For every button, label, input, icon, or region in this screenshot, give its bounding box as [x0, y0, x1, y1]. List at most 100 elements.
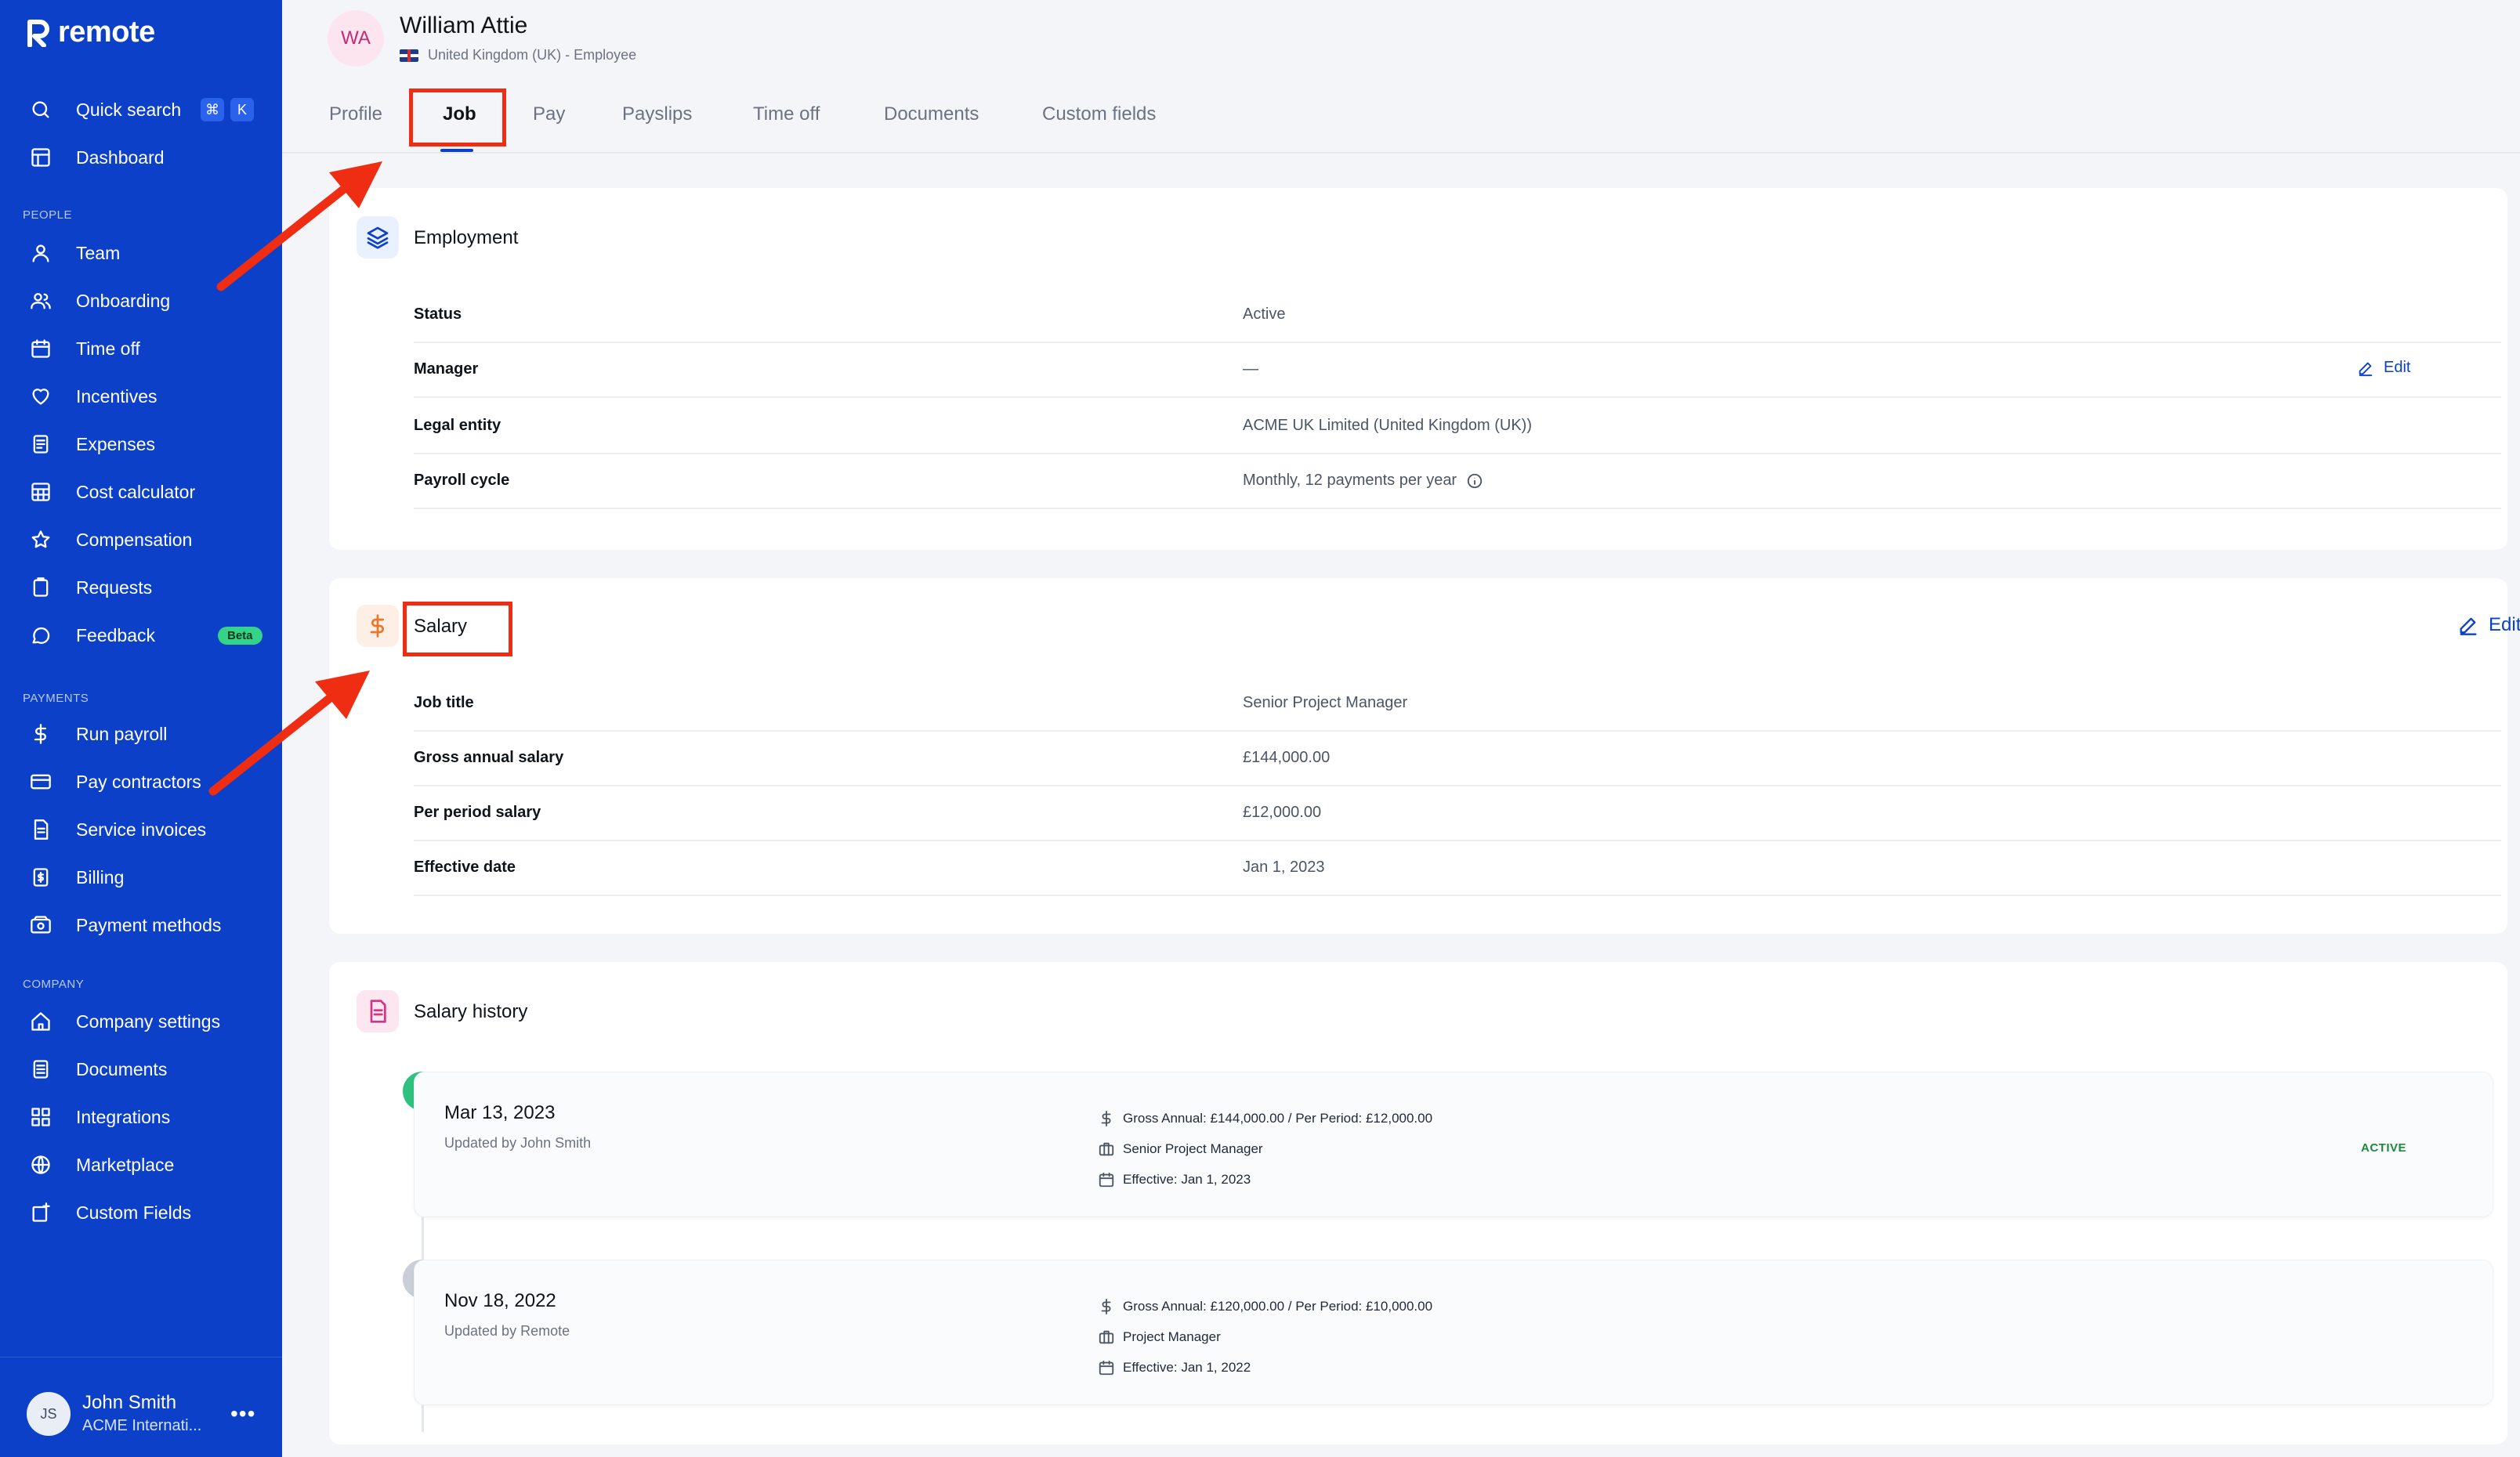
search-icon — [28, 97, 53, 122]
tab-payslips[interactable]: Payslips — [622, 103, 692, 125]
row-value: £12,000.00 — [1243, 804, 1322, 821]
sidebar-item-payment-methods[interactable]: Payment methods — [0, 902, 282, 948]
row-label: Legal entity — [414, 417, 501, 434]
sidebar-item-requests[interactable]: Requests — [0, 565, 282, 610]
annotation-box-job-tab — [409, 89, 506, 146]
edit-manager-button[interactable]: Edit — [2357, 359, 2410, 377]
entry-date: Mar 13, 2023 — [444, 1102, 556, 1123]
sidebar-item-label: Documents — [76, 1058, 168, 1079]
employee-subtitle: United Kingdom (UK) - Employee — [400, 47, 636, 63]
sidebar-item-label: Billing — [76, 866, 125, 888]
brand-logo[interactable]: remote — [27, 16, 155, 49]
salary-history-entry[interactable]: Nov 18, 2022 Updated by Remote Gross Ann… — [414, 1260, 2493, 1405]
home-icon — [28, 1009, 53, 1034]
billing-icon — [28, 865, 53, 890]
sidebar-item-label: Requests — [76, 577, 153, 598]
sidebar-item-documents[interactable]: Documents — [0, 1047, 282, 1092]
tab-bar: Profile Job Pay Payslips Time off Docume… — [282, 86, 2520, 154]
section-title-payments: PAYMENTS — [23, 692, 89, 705]
sidebar: remote Quick search ⌘ K Dashboard PEOPLE… — [0, 0, 282, 1457]
active-tab-indicator — [440, 149, 473, 152]
remote-logo-icon — [27, 19, 49, 47]
tab-pay[interactable]: Pay — [533, 103, 565, 125]
sidebar-item-onboarding[interactable]: Onboarding — [0, 278, 282, 324]
entry-amount: Gross Annual: £120,000.00 / Per Period: … — [1098, 1298, 1432, 1315]
salary-history-card: Salary history Mar 13, 2023 Updated by J… — [329, 962, 2507, 1444]
briefcase-icon — [1099, 1330, 1114, 1344]
sidebar-item-compensation[interactable]: Compensation — [0, 517, 282, 562]
briefcase-icon — [1099, 1142, 1114, 1156]
sidebar-item-label: Marketplace — [76, 1154, 175, 1175]
employment-row-payroll-cycle: Payroll cycle Monthly, 12 payments per y… — [414, 454, 2501, 509]
sidebar-item-integrations[interactable]: Integrations — [0, 1094, 282, 1140]
row-value: — — [1243, 360, 1258, 378]
sidebar-item-pay-contractors[interactable]: Pay contractors — [0, 759, 282, 804]
sidebar-item-label: Team — [76, 242, 121, 263]
employment-title: Employment — [414, 227, 519, 248]
tab-time-off[interactable]: Time off — [753, 103, 820, 125]
sidebar-item-expenses[interactable]: Expenses — [0, 421, 282, 467]
sidebar-item-billing[interactable]: Billing — [0, 855, 282, 900]
tab-profile[interactable]: Profile — [329, 103, 382, 125]
employment-row-legal-entity: Legal entity ACME UK Limited (United Kin… — [414, 400, 2501, 454]
sidebar-item-feedback[interactable]: Feedback Beta — [0, 613, 282, 658]
sidebar-item-label: Onboarding — [76, 290, 171, 311]
sidebar-item-label: Custom Fields — [76, 1202, 191, 1223]
tab-custom-fields[interactable]: Custom fields — [1042, 103, 1156, 125]
salary-row-job-title: Job title Senior Project Manager — [414, 677, 2501, 732]
custom-field-icon — [28, 1200, 53, 1225]
sidebar-item-marketplace[interactable]: Marketplace — [0, 1142, 282, 1188]
row-label: Manager — [414, 360, 479, 378]
calendar-icon — [1099, 1172, 1114, 1188]
row-label: Effective date — [414, 859, 516, 876]
row-label: Status — [414, 306, 462, 323]
sidebar-item-incentives[interactable]: Incentives — [0, 374, 282, 419]
entry-updated-by: Updated by John Smith — [444, 1135, 592, 1151]
chat-icon — [28, 623, 53, 648]
entry-effective: Effective: Jan 1, 2022 — [1098, 1359, 1251, 1376]
salary-history-title: Salary history — [414, 1001, 528, 1022]
salary-row-gross-annual: Gross annual salary £144,000.00 — [414, 732, 2501, 786]
document-icon — [357, 990, 399, 1032]
sidebar-item-team[interactable]: Team — [0, 230, 282, 276]
edit-label: Edit — [2384, 359, 2411, 376]
salary-history-entry[interactable]: Mar 13, 2023 Updated by John Smith Gross… — [414, 1072, 2493, 1217]
dollar-icon — [1101, 1110, 1111, 1127]
edit-salary-button[interactable]: Edit — [2457, 614, 2520, 636]
heart-icon — [28, 384, 53, 409]
row-label: Per period salary — [414, 804, 541, 821]
entry-effective-text: Effective: Jan 1, 2023 — [1123, 1172, 1251, 1187]
calendar-icon — [1099, 1360, 1114, 1376]
users-icon — [28, 288, 53, 313]
sidebar-item-company-settings[interactable]: Company settings — [0, 999, 282, 1044]
quick-search-button[interactable]: Quick search ⌘ K — [0, 87, 282, 132]
beta-badge: Beta — [218, 626, 262, 645]
sidebar-item-dashboard[interactable]: Dashboard — [0, 135, 282, 180]
sidebar-item-cost-calculator[interactable]: Cost calculator — [0, 469, 282, 515]
entry-date: Nov 18, 2022 — [444, 1290, 556, 1311]
clipboard-icon — [28, 575, 53, 600]
avatar: JS — [27, 1392, 71, 1436]
employee-country-type: United Kingdom (UK) - Employee — [428, 47, 637, 63]
wallet-icon — [28, 913, 53, 938]
sidebar-item-run-payroll[interactable]: Run payroll — [0, 711, 282, 757]
info-icon[interactable] — [1466, 472, 1483, 490]
more-options-icon[interactable]: ••• — [230, 1401, 255, 1426]
grid-icon — [28, 1104, 53, 1130]
pencil-icon — [2460, 617, 2477, 635]
sidebar-item-label: Compensation — [76, 529, 193, 550]
entry-amount-text: Gross Annual: £120,000.00 / Per Period: … — [1123, 1299, 1433, 1314]
sidebar-item-time-off[interactable]: Time off — [0, 326, 282, 371]
user-menu[interactable]: JS John Smith ACME Internati... ••• — [0, 1357, 282, 1457]
entry-effective-text: Effective: Jan 1, 2022 — [1123, 1360, 1251, 1375]
user-organization: ACME Internati... — [82, 1417, 202, 1434]
dollar-icon — [1101, 1298, 1111, 1315]
entry-updated-by: Updated by Remote — [444, 1323, 570, 1339]
sidebar-item-service-invoices[interactable]: Service invoices — [0, 807, 282, 852]
main-content: WA William Attie United Kingdom (UK) - E… — [282, 0, 2520, 1457]
sidebar-item-label: Cost calculator — [76, 481, 196, 502]
sidebar-item-custom-fields[interactable]: Custom Fields — [0, 1190, 282, 1235]
employee-avatar: WA — [328, 10, 384, 67]
tab-documents[interactable]: Documents — [884, 103, 979, 125]
entry-amount-text: Gross Annual: £144,000.00 / Per Period: … — [1123, 1111, 1433, 1126]
